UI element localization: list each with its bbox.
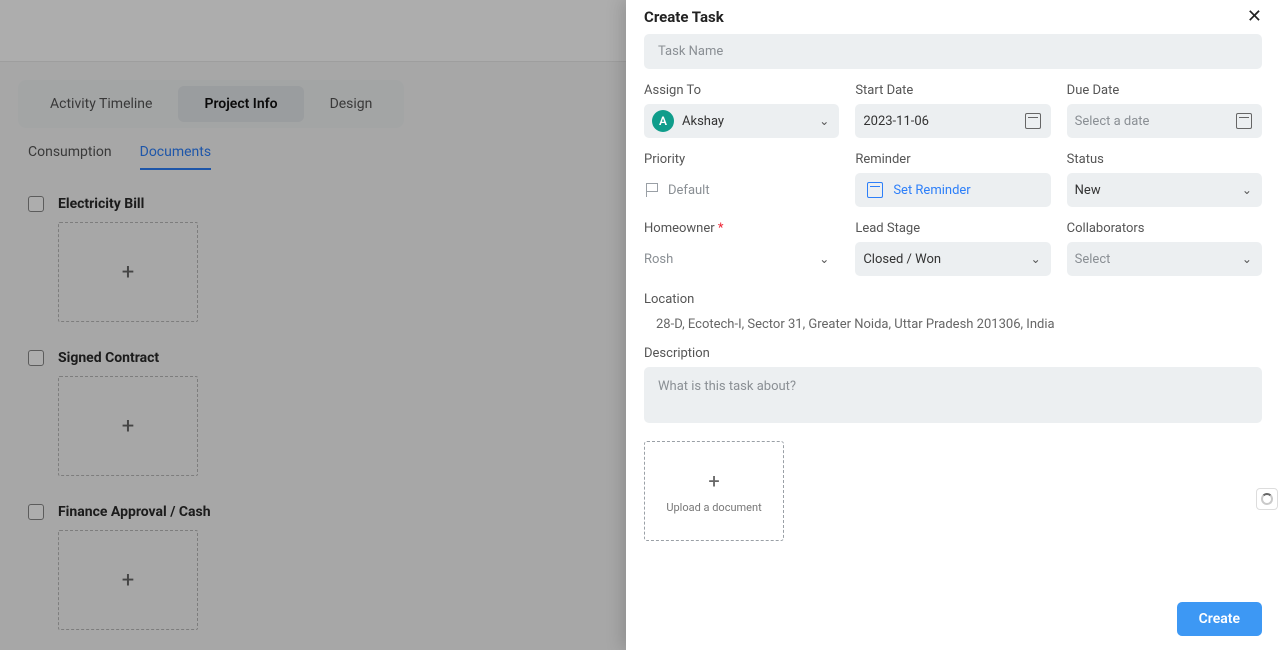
plus-icon: +: [122, 568, 134, 593]
plus-icon: +: [708, 469, 719, 493]
label-status: Status: [1067, 152, 1262, 167]
location-value: 28-D, Ecotech-I, Sector 31, Greater Noid…: [644, 311, 1262, 332]
start-date-value: 2023-11-06: [863, 114, 929, 129]
checkbox-finance[interactable]: [28, 504, 44, 520]
reminder-button[interactable]: Set Reminder: [855, 173, 1050, 207]
doc-title: Finance Approval / Cash: [58, 504, 211, 520]
label-due-date: Due Date: [1067, 83, 1262, 98]
homeowner-value: Rosh: [644, 252, 673, 267]
status-value: New: [1075, 183, 1101, 198]
sub-tab-consumption[interactable]: Consumption: [28, 144, 112, 170]
chevron-down-icon: ⌄: [1031, 252, 1041, 266]
upload-label: Upload a document: [666, 501, 761, 514]
tab-activity-timeline[interactable]: Activity Timeline: [24, 86, 178, 122]
doc-title: Signed Contract: [58, 350, 159, 366]
calendar-icon: [867, 182, 883, 198]
chevron-down-icon: ⌄: [819, 252, 829, 266]
label-priority: Priority: [644, 152, 839, 167]
plus-icon: +: [122, 414, 134, 439]
label-collaborators: Collaborators: [1067, 221, 1262, 236]
upload-tile-electricity[interactable]: +: [58, 222, 198, 322]
checkbox-electricity[interactable]: [28, 196, 44, 212]
sub-tab-documents[interactable]: Documents: [140, 144, 211, 170]
collaborators-select[interactable]: Select ⌄: [1067, 242, 1262, 276]
chevron-down-icon: ⌄: [1242, 183, 1252, 197]
label-homeowner: Homeowner *: [644, 221, 839, 236]
label-assign-to: Assign To: [644, 83, 839, 98]
collaborators-value: Select: [1075, 252, 1111, 267]
lead-stage-select[interactable]: Closed / Won ⌄: [855, 242, 1050, 276]
label-reminder: Reminder: [855, 152, 1050, 167]
plus-icon: +: [122, 260, 134, 285]
avatar: A: [652, 110, 674, 132]
tab-project-info[interactable]: Project Info: [178, 86, 303, 122]
tab-design[interactable]: Design: [304, 86, 399, 122]
chevron-down-icon: ⌄: [1242, 252, 1252, 266]
close-icon[interactable]: ✕: [1247, 8, 1262, 26]
drawer-title: Create Task: [644, 8, 724, 26]
start-date-input[interactable]: 2023-11-06: [855, 104, 1050, 138]
assign-to-value: Akshay: [682, 114, 724, 129]
doc-title: Electricity Bill: [58, 196, 144, 212]
assign-to-select[interactable]: A Akshay ⌄: [644, 104, 839, 138]
homeowner-select[interactable]: Rosh ⌄: [644, 242, 839, 276]
reminder-text: Set Reminder: [893, 183, 970, 198]
upload-tile-contract[interactable]: +: [58, 376, 198, 476]
priority-select[interactable]: Default: [644, 173, 839, 207]
upload-document-tile[interactable]: + Upload a document: [644, 441, 784, 541]
label-start-date: Start Date: [855, 83, 1050, 98]
description-input[interactable]: [644, 367, 1262, 423]
calendar-icon: [1236, 113, 1252, 129]
status-select[interactable]: New ⌄: [1067, 173, 1262, 207]
priority-value: Default: [668, 183, 710, 198]
chevron-down-icon: ⌄: [819, 114, 829, 128]
checkbox-contract[interactable]: [28, 350, 44, 366]
main-tab-group: Activity Timeline Project Info Design: [18, 80, 404, 128]
due-date-placeholder: Select a date: [1075, 114, 1150, 129]
label-description: Description: [644, 346, 1262, 361]
loading-spinner-icon: [1256, 488, 1278, 510]
due-date-input[interactable]: Select a date: [1067, 104, 1262, 138]
upload-tile-finance[interactable]: +: [58, 530, 198, 630]
create-button[interactable]: Create: [1177, 602, 1262, 636]
label-location: Location: [644, 292, 1262, 307]
flag-icon: [644, 182, 660, 198]
calendar-icon: [1025, 113, 1041, 129]
task-name-input[interactable]: [644, 34, 1262, 69]
lead-stage-value: Closed / Won: [863, 252, 941, 267]
label-lead-stage: Lead Stage: [855, 221, 1050, 236]
create-task-drawer: Create Task ✕ Assign To A Akshay ⌄ Start…: [626, 0, 1280, 650]
